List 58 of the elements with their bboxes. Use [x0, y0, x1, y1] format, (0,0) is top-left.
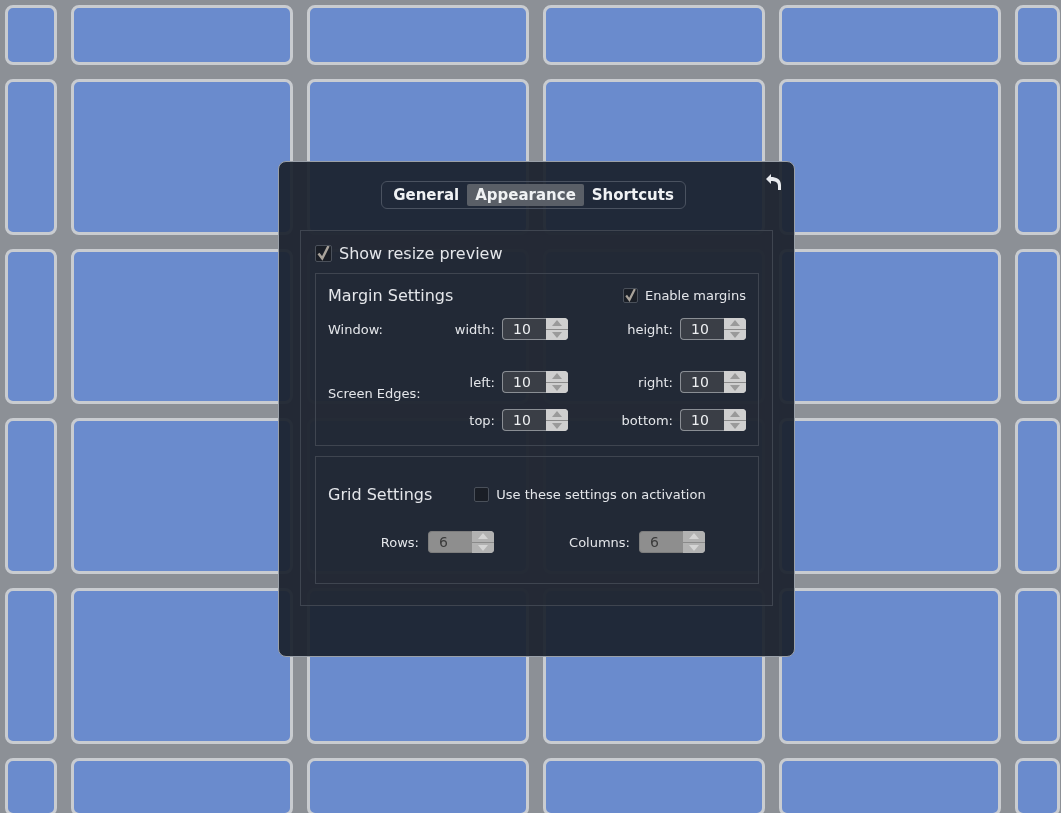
up-triangle-icon — [552, 411, 562, 418]
checkbox-label: Use these settings on activation — [496, 487, 706, 502]
step-up-button[interactable] — [683, 531, 705, 542]
grid-tile — [5, 5, 57, 65]
tab[interactable]: Appearance — [467, 184, 584, 206]
up-triangle-icon — [552, 320, 562, 327]
down-triangle-icon — [552, 422, 562, 429]
field-label: Rows: — [380, 534, 419, 550]
grid-tile — [1015, 758, 1060, 813]
tab[interactable]: General — [385, 184, 468, 206]
field-label: left: — [469, 374, 495, 390]
step-up-button[interactable] — [546, 371, 568, 382]
section-title: Grid Settings — [328, 485, 433, 504]
down-triangle-icon — [552, 331, 562, 338]
field-label: Columns: — [569, 534, 630, 550]
down-triangle-icon — [730, 422, 740, 429]
field-label: bottom: — [621, 412, 673, 428]
up-triangle-icon — [730, 320, 740, 327]
number-field[interactable]: 10 — [680, 409, 724, 431]
checkbox[interactable] — [315, 245, 332, 262]
undo-arrow-icon[interactable] — [765, 173, 782, 191]
section-title: Margin Settings — [328, 286, 454, 305]
grid-tile — [1015, 5, 1060, 65]
number-field[interactable]: 10 — [680, 318, 724, 340]
down-triangle-icon — [730, 384, 740, 391]
up-triangle-icon — [478, 533, 488, 540]
field-label: height: — [627, 321, 673, 337]
step-up-button[interactable] — [472, 531, 494, 542]
tab[interactable]: Shortcuts — [583, 184, 682, 206]
step-up-button[interactable] — [724, 409, 746, 420]
row-label: Screen Edges: — [328, 386, 422, 401]
step-up-button[interactable] — [546, 409, 568, 420]
number-field[interactable]: 10 — [680, 371, 724, 393]
up-triangle-icon — [730, 373, 740, 380]
field-label: right: — [638, 374, 673, 390]
down-triangle-icon — [478, 544, 488, 551]
checkbox[interactable] — [474, 487, 490, 502]
checkbox[interactable] — [622, 288, 638, 303]
number-field[interactable]: 10 — [502, 318, 546, 340]
number-field[interactable]: 10 — [502, 371, 546, 393]
row-label: Window: — [328, 321, 384, 337]
up-triangle-icon — [730, 411, 740, 418]
number-field[interactable]: 10 — [502, 409, 546, 431]
step-up-button[interactable] — [724, 318, 746, 329]
field-label: width: — [454, 321, 495, 337]
down-triangle-icon — [689, 544, 699, 551]
field-label: top: — [469, 412, 495, 428]
up-triangle-icon — [689, 533, 699, 540]
step-up-button[interactable] — [724, 371, 746, 382]
checkmark-icon — [624, 289, 636, 302]
down-triangle-icon — [730, 331, 740, 338]
checkmark-icon — [317, 246, 330, 261]
down-triangle-icon — [552, 384, 562, 391]
checkbox-label: Show resize preview — [339, 244, 503, 263]
grid-tile — [5, 758, 57, 813]
step-up-button[interactable] — [546, 318, 568, 329]
checkbox-label: Enable margins — [644, 288, 746, 303]
up-triangle-icon — [552, 373, 562, 380]
